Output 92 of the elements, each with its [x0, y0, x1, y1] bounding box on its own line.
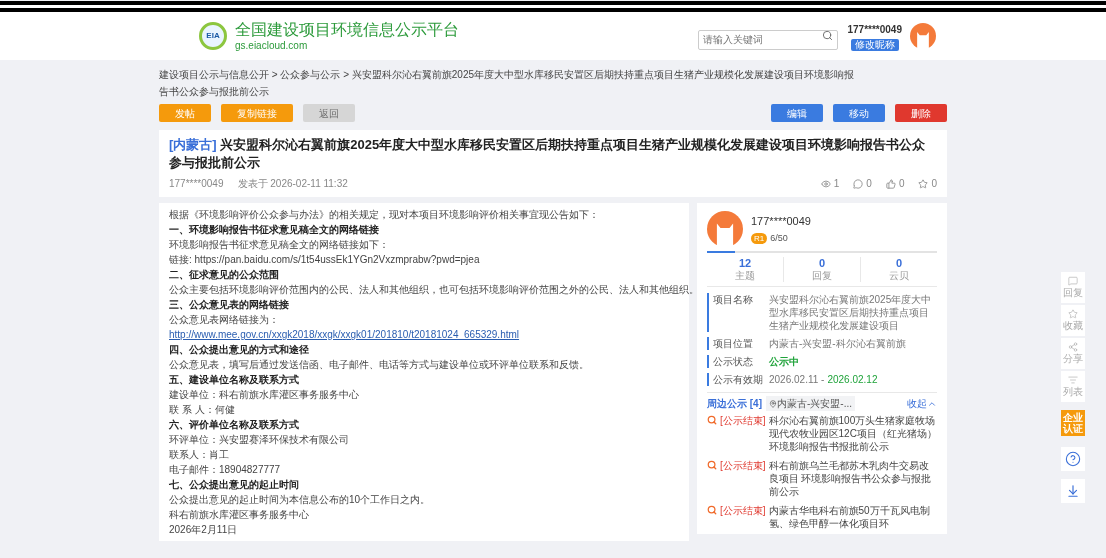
help-button[interactable]	[1061, 447, 1085, 471]
nearby-title: 周边公示 [4]	[707, 397, 762, 411]
favorite-count: 0	[931, 177, 937, 191]
post-title: [内蒙古] 兴安盟科尔沁右翼前旗2025年度大中型水库移民安置区后期扶持重点项目生猪产业规模化发展建设项目环境影响报告书公众参与报批前公示	[169, 136, 927, 172]
user-name: 177****0049	[751, 213, 811, 229]
info-value: 兴安盟科尔沁右翼前旗2025年度大中型水库移民安置区后期扶持重点项目生猪产业规模化发展建设项目	[769, 293, 933, 332]
reply-icon	[1068, 276, 1078, 286]
body-text: 2026年2月11日	[169, 523, 238, 537]
nearby-link[interactable]: 科尔沁右翼前旗100万头生猪家庭牧场现代农牧业园区12C项目（红光猪场）环境影响报告书报批前公示	[768, 414, 937, 453]
eye-icon	[820, 178, 831, 189]
search-icon	[707, 460, 717, 470]
action-button[interactable]: 移动	[833, 104, 885, 122]
body-text: 联系人：肖工	[169, 448, 229, 462]
post-author: 177****0049	[169, 177, 224, 191]
body-text: 环境影响报告书征求意见稿全文的网络链接如下：	[169, 238, 389, 252]
body-text: 电子邮件：18904827777	[169, 463, 281, 477]
body-text: 联 系 人：何健	[169, 403, 235, 417]
side-tool-button[interactable]: 列表	[1061, 371, 1085, 402]
download-button[interactable]	[1061, 479, 1085, 503]
info-value: 2026.02.11 -	[769, 373, 825, 386]
logo-icon: EIA	[199, 22, 227, 50]
rename-button[interactable]: 修改昵称	[850, 38, 899, 51]
stat-value: 12	[738, 257, 752, 270]
view-count: 1	[833, 177, 840, 191]
status-tag: [公示结束]	[720, 414, 766, 427]
stat-value: 0	[895, 257, 903, 270]
body-text: 公众提出意见的起止时间为本信息公布的10个工作日之内。	[169, 493, 431, 507]
certify-button[interactable]: 企业认证	[1061, 410, 1085, 436]
breadcrumb: 建设项目公示与信息公开 > 公众参与公示 > 兴安盟科尔沁右翼前旗2025年度大中型水库移民安置区后期扶持重点项目生猪产业规模化发展建设项目环境影响报告书公众参与报批前公示	[159, 68, 856, 99]
body-text: 公众意见表，填写后通过发送信函、电子邮件、电话等方式与建设单位或环评单位联系和反馈。	[169, 358, 589, 372]
body-text: 科右前旗水库灌区事务服务中心	[169, 508, 309, 522]
section-heading: 六、评价单位名称及联系方式	[169, 418, 299, 432]
avatar-icon	[707, 211, 743, 247]
info-label: 项目名称	[707, 293, 769, 332]
body-text: 公众主要包括环境影响评价范围内的公民、法人和其他组织，也可包括环境影响评价范围之外的公民、法人和其他组织。	[169, 283, 699, 297]
info-value: 2026.02.12	[827, 373, 878, 386]
help-icon	[1065, 451, 1081, 467]
search-icon	[821, 30, 833, 41]
search-field[interactable]: 请输入关键词	[697, 29, 838, 50]
nearby-link[interactable]: 内蒙古华电科右前旗50万千瓦风电制氢、绿色甲醇一体化项目环	[768, 504, 937, 530]
body-text: 环评单位：兴安盟赛泽环保技术有限公司	[169, 433, 349, 447]
status-tag: [公示结束]	[720, 459, 766, 472]
share-icon	[1068, 342, 1078, 352]
body-text: 建设单位：科右前旗水库灌区事务服务中心	[169, 388, 359, 402]
collapse-button[interactable]: 收起	[907, 396, 937, 411]
avatar-icon	[910, 23, 936, 49]
comment-count: 0	[866, 177, 872, 191]
info-label: 公示状态	[707, 355, 769, 368]
body-text: 公众意见表网络链接为：	[169, 313, 279, 327]
post-date: 发表于 2026-02-11 11:32	[237, 177, 348, 191]
nearby-link[interactable]: 科右前旗乌兰毛都苏木乳肉牛交易改良项目 环境影响报告书公众参与报批前公示	[768, 459, 937, 498]
info-label: 项目位置	[707, 337, 769, 350]
action-button[interactable]: 编辑	[771, 104, 823, 122]
info-value: 内蒙古-兴安盟-科尔沁右翼前旗	[769, 337, 906, 350]
section-heading: 三、公众意见表的网络链接	[169, 298, 289, 312]
like-count: 0	[898, 177, 905, 191]
list-icon	[1068, 375, 1078, 385]
section-heading: 四、公众提出意见的方式和途径	[169, 343, 309, 357]
info-value: 公示中	[769, 355, 799, 368]
action-button[interactable]: 删除	[895, 104, 947, 122]
action-button[interactable]: 发帖	[159, 104, 211, 122]
rank-badge: R1	[751, 233, 768, 245]
status-tag: [公示结束]	[720, 504, 766, 517]
pin-icon	[769, 399, 777, 408]
points-text: 6/50	[770, 232, 788, 245]
stat-label: 云贝	[889, 270, 909, 282]
comment-icon	[853, 178, 864, 189]
body-text: 链接: https://pan.baidu.com/s/1t54ussEk1YGn2Vxzmprabw?pwd=pjea	[169, 253, 480, 267]
favorite-icon	[1068, 309, 1078, 319]
section-heading: 五、建设单位名称及联系方式	[169, 373, 299, 387]
site-title: 全国建设项目环境信息公示平台	[235, 21, 459, 38]
star-icon	[918, 178, 929, 189]
stat-label: 主题	[735, 270, 755, 282]
info-label: 公示有效期	[707, 373, 769, 386]
site-url: gs.eiacloud.com	[235, 40, 309, 51]
user-name: 177****0049	[847, 22, 902, 37]
search-icon	[707, 505, 717, 515]
side-tool-button[interactable]: 分享	[1061, 338, 1085, 369]
download-icon	[1066, 484, 1080, 498]
thumbs-up-icon	[885, 178, 896, 189]
body-text: 根据《环境影响评价公众参与办法》的相关规定，现对本项目环境影响评价相关事宜现公告如下：	[169, 208, 599, 222]
link[interactable]: http://www.mee.gov.cn/xxgk2018/xxgk/xxgk01/201810/t20181024_665329.html	[169, 327, 520, 342]
location-chip: 内蒙古-兴安盟-...	[766, 396, 855, 411]
side-tool-button[interactable]: 回复	[1061, 272, 1085, 303]
search-icon	[707, 415, 717, 425]
side-tool-button[interactable]: 收藏	[1061, 305, 1085, 336]
action-button[interactable]: 复制链接	[221, 104, 293, 122]
stat-label: 回复	[812, 270, 832, 282]
section-heading: 七、公众提出意见的起止时间	[169, 478, 299, 492]
section-heading: 二、征求意见的公众范围	[169, 268, 279, 282]
stat-value: 0	[818, 257, 826, 270]
section-heading: 一、环境影响报告书征求意见稿全文的网络链接	[169, 223, 379, 237]
